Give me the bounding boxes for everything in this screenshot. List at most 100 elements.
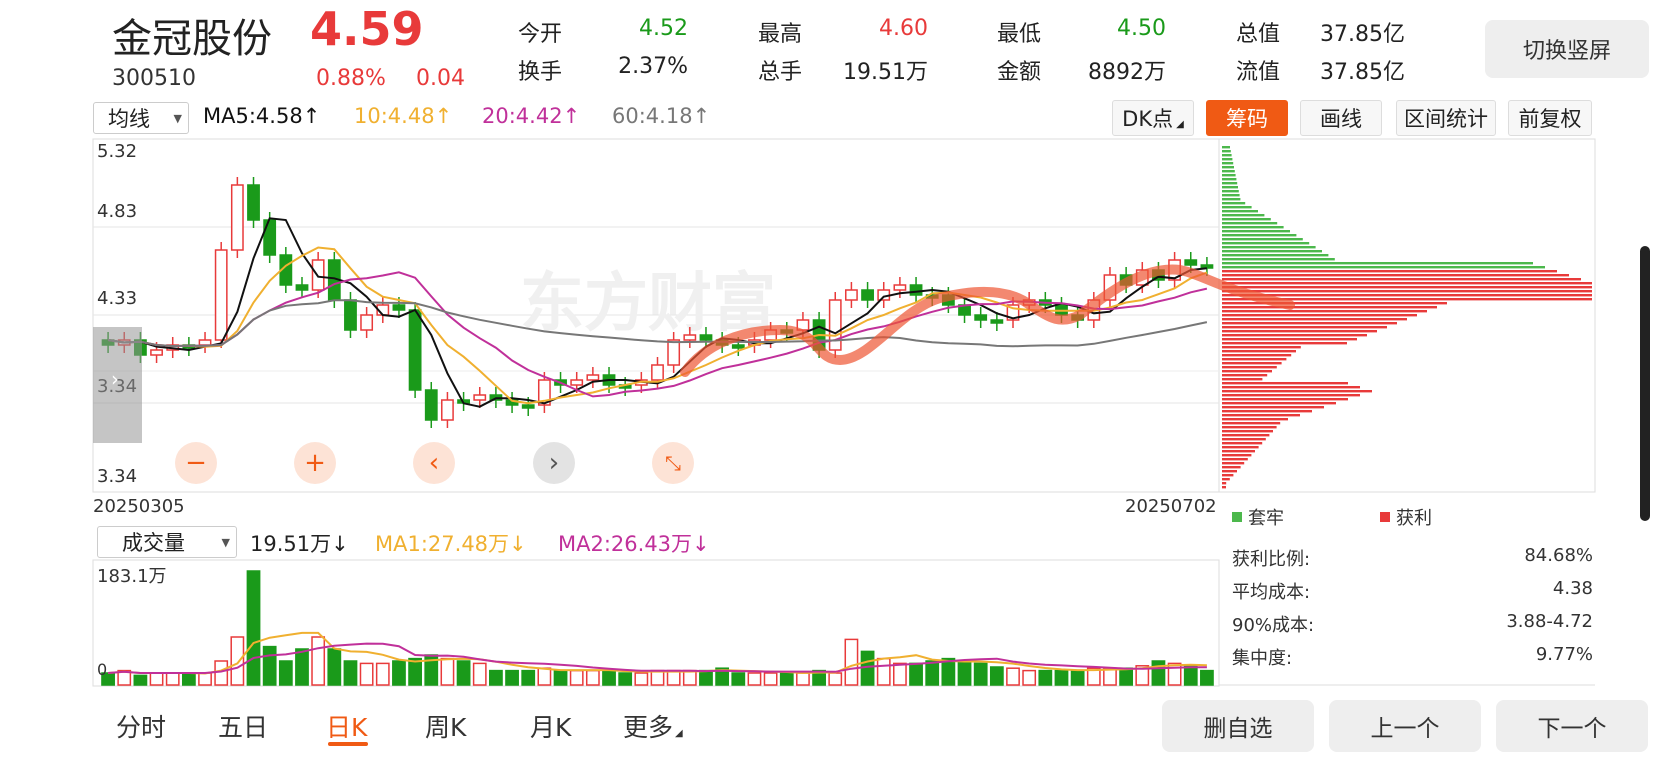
next-stock-button[interactable]: 下一个 — [1496, 700, 1648, 752]
chip-bar — [1222, 302, 1447, 305]
chip-bar — [1222, 158, 1233, 161]
chip-bar — [1222, 270, 1557, 273]
chip-bar — [1222, 166, 1234, 169]
chip-bar — [1222, 186, 1238, 189]
chip-bar — [1222, 242, 1310, 245]
chip-bar — [1222, 262, 1533, 265]
remove-watchlist-button[interactable]: 删自选 — [1162, 700, 1314, 752]
stat-label: 90%成本: — [1232, 615, 1315, 636]
stat-value: 84.68% — [1524, 545, 1593, 566]
candle-body — [344, 299, 357, 331]
active-tab-indicator — [328, 742, 368, 746]
volume-bar — [327, 648, 342, 686]
prev-icon[interactable]: ‹ — [413, 442, 455, 484]
volume-bar — [909, 662, 923, 686]
volume-bar — [828, 672, 843, 686]
chip-bar — [1222, 318, 1407, 321]
volume-bar — [1151, 660, 1166, 686]
pan-handle[interactable]: › — [93, 327, 142, 443]
chip-bar — [1222, 162, 1234, 165]
chip-bar — [1222, 194, 1240, 197]
chip-bar — [1222, 170, 1235, 173]
volume-bar — [650, 669, 665, 686]
chip-bar — [1222, 230, 1290, 233]
volume-bar — [699, 669, 713, 686]
volume-bar — [925, 660, 940, 686]
volume-bar — [618, 672, 633, 686]
chip-bar — [1222, 178, 1237, 181]
chip-bar — [1222, 330, 1377, 333]
volume-bar — [973, 662, 988, 686]
candle-body — [845, 289, 858, 301]
volume-indicator-select[interactable]: 成交量 ▼ — [97, 526, 237, 558]
chip-bar — [1222, 246, 1316, 249]
candle-body — [521, 404, 535, 409]
candle-body — [295, 284, 309, 291]
legend-loss: 套牢 — [1232, 504, 1284, 530]
volume-bar — [311, 636, 326, 686]
candle-body — [990, 319, 1004, 324]
chip-bar — [1222, 406, 1324, 409]
zoom-in-icon[interactable]: + — [294, 442, 336, 484]
tab-daily-k[interactable]: 日K — [326, 708, 367, 744]
volume-bar — [456, 660, 471, 686]
chip-bar — [1222, 282, 1592, 285]
volume-bar — [149, 672, 164, 686]
end-date: 20250702 — [1125, 496, 1217, 517]
chip-bar — [1222, 378, 1263, 381]
chip-bar — [1222, 390, 1372, 393]
chip-bar — [1222, 338, 1357, 341]
profit-swatch — [1380, 512, 1390, 522]
chip-bar — [1222, 382, 1348, 385]
next-icon[interactable]: › — [533, 442, 575, 484]
kline-chart[interactable]: 东方财富 5.324.834.333.343.34 — [0, 0, 1663, 768]
volume-ma2: MA2:26.43万↓ — [558, 532, 710, 556]
chip-bar — [1222, 454, 1252, 457]
candle-body — [974, 314, 988, 321]
chip-bar — [1222, 430, 1273, 433]
price-axis-label: 3.34 — [97, 466, 137, 487]
volume-bar — [375, 662, 390, 686]
candle-body — [408, 309, 422, 391]
chip-bar — [1222, 250, 1322, 253]
zoom-out-icon[interactable]: − — [175, 442, 217, 484]
chip-bar — [1222, 478, 1230, 481]
volume-bar — [359, 662, 374, 686]
volume-bar — [763, 672, 778, 686]
stat-label: 获利比例: — [1232, 549, 1311, 570]
tab-five-day[interactable]: 五日 — [218, 708, 268, 744]
tab-intraday[interactable]: 分时 — [116, 708, 166, 744]
stat-value: 4.38 — [1552, 578, 1593, 599]
shrink-icon[interactable]: ⤡ — [652, 442, 694, 484]
volume-bar — [844, 638, 859, 686]
candle-body — [247, 184, 260, 221]
chip-bar — [1222, 366, 1277, 369]
tab-monthly-k[interactable]: 月K — [530, 708, 571, 744]
candle-body — [150, 349, 163, 356]
chip-bar — [1222, 202, 1246, 205]
chip-bar — [1222, 182, 1238, 185]
stat-value: 9.77% — [1535, 644, 1593, 665]
candle-body — [392, 304, 406, 311]
previous-stock-button[interactable]: 上一个 — [1329, 700, 1481, 752]
chip-bar — [1222, 286, 1592, 289]
volume-bar — [1200, 669, 1214, 686]
volume-bar — [779, 672, 794, 686]
tab-weekly-k[interactable]: 周K — [425, 708, 466, 744]
chip-bar — [1222, 410, 1312, 413]
candle-body — [699, 334, 713, 341]
volume-frame — [92, 559, 1220, 687]
volume-bar — [553, 669, 568, 686]
volume-bar — [1070, 669, 1085, 686]
scrollbar[interactable] — [1640, 246, 1650, 521]
chip-bar — [1222, 482, 1227, 485]
price-axis-label: 4.33 — [97, 288, 137, 309]
tab-more[interactable]: 更多 ◢ — [623, 708, 683, 744]
volume-bar — [472, 662, 487, 686]
chip-bar — [1222, 210, 1258, 213]
volume-bar — [408, 657, 422, 686]
chip-bar — [1222, 234, 1297, 237]
volume-bar — [278, 660, 293, 686]
chip-bar — [1222, 386, 1360, 389]
chip-bar — [1222, 342, 1347, 345]
